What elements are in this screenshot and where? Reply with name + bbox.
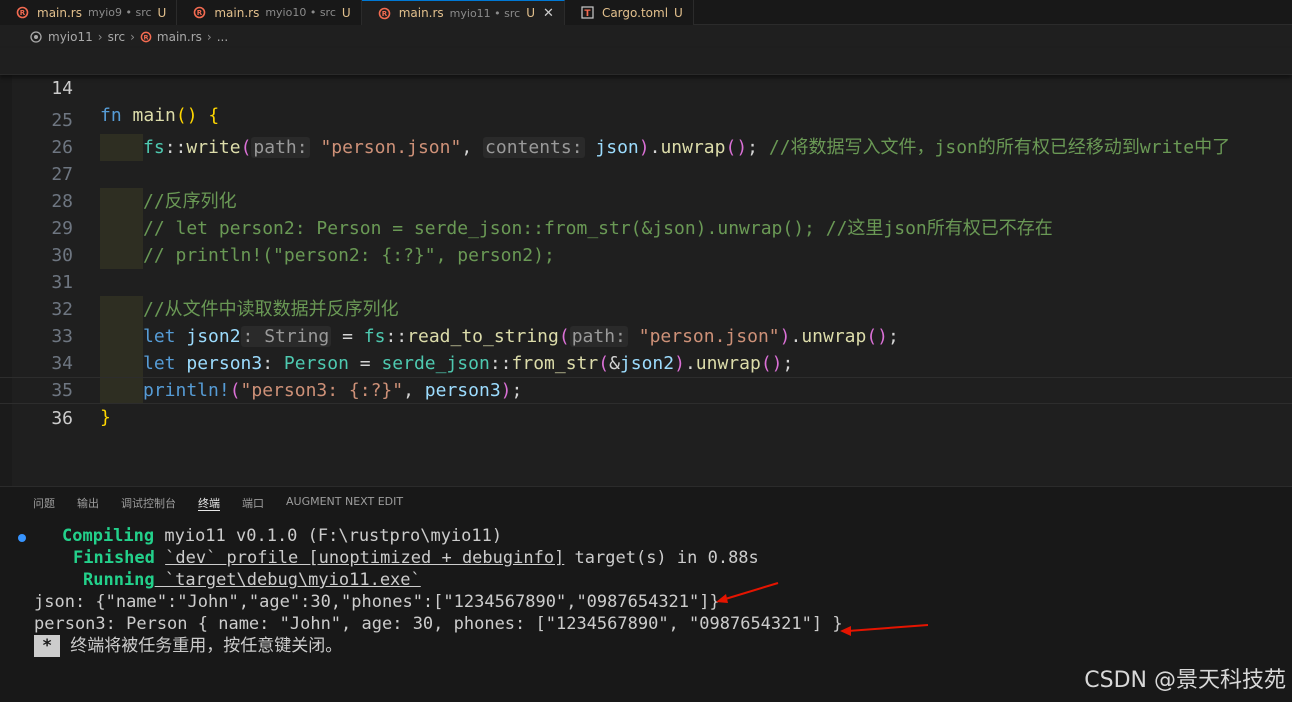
- tab-description: myio10 • src: [265, 6, 336, 19]
- folder-target-icon: [30, 31, 42, 43]
- sticky-scroll-line[interactable]: 14 fn main() {: [0, 48, 1292, 126]
- tab-cargo-toml[interactable]: T Cargo.toml U: [564, 0, 694, 25]
- code-line-30[interactable]: 30: [0, 215, 1292, 266]
- rust-file-icon: R: [16, 6, 29, 19]
- tab-augment-next-edit[interactable]: AUGMENT NEXT EDIT: [286, 495, 403, 511]
- terminal-line: json: {"name":"John","age":30,"phones":[…: [34, 592, 720, 612]
- tab-filename: Cargo.toml: [601, 5, 669, 20]
- code-line-29[interactable]: 29 // println!("person2: {:?}", person2)…: [0, 188, 1292, 269]
- terminal-line: * 终端将被任务重用，按任意键关闭。: [34, 635, 342, 657]
- terminal-line: person3: Person { name: "John", age: 30,…: [34, 614, 843, 634]
- code-line-26[interactable]: 26: [0, 107, 1292, 158]
- terminal-line: Running `target\debug\myio11.exe`: [83, 570, 421, 590]
- tab-status: U: [157, 5, 167, 20]
- code-line-32[interactable]: 32 let json2: String = fs::read_to_strin…: [0, 269, 1292, 350]
- chevron-right-icon: ›: [97, 30, 103, 44]
- terminal-line: Compiling myio11 v0.1.0 (F:\rustpro\myio…: [62, 526, 503, 546]
- close-icon[interactable]: ✕: [543, 6, 554, 21]
- tab-status: U: [526, 6, 536, 20]
- code-line-33[interactable]: 33 let person3: Person = serde_json::fro…: [0, 296, 1292, 377]
- svg-text:R: R: [143, 33, 148, 41]
- code-line-31[interactable]: 31 //从文件中读取数据并反序列化: [0, 242, 1292, 323]
- code-line-27[interactable]: 27 //反序列化: [0, 134, 1292, 215]
- tab-description: myio9 • src: [87, 6, 152, 19]
- code-line-28[interactable]: 28 // let person2: Person = serde_json::…: [0, 161, 1292, 242]
- rust-file-icon: R: [378, 7, 391, 20]
- breadcrumb-item-file[interactable]: main.rs: [157, 30, 202, 44]
- svg-text:R: R: [20, 9, 26, 17]
- breadcrumb-item-src[interactable]: src: [108, 30, 126, 44]
- tab-status: U: [341, 5, 351, 20]
- breadcrumb: myio11 › src › R main.rs › ...: [0, 25, 1292, 49]
- rust-file-icon: R: [140, 31, 152, 43]
- bottom-panel: 问题 输出 调试控制台 终端 端口 AUGMENT NEXT EDIT Comp…: [0, 486, 1292, 702]
- tab-debug-console[interactable]: 调试控制台: [121, 495, 176, 511]
- svg-text:T: T: [584, 9, 591, 19]
- tab-problems[interactable]: 问题: [33, 495, 55, 511]
- code-line-35[interactable]: 35 }: [0, 350, 1292, 428]
- command-decoration-icon[interactable]: [18, 534, 26, 542]
- editor-tab-bar: R main.rs myio9 • src U R main.rs myio10…: [0, 0, 1292, 25]
- panel-tabs: 问题 输出 调试控制台 终端 端口 AUGMENT NEXT EDIT: [33, 495, 425, 511]
- breadcrumb-item-symbol[interactable]: ...: [217, 30, 228, 44]
- tab-filename: main.rs: [214, 5, 260, 20]
- code-line: }: [100, 407, 111, 428]
- toml-file-icon: T: [581, 6, 594, 19]
- tab-ports[interactable]: 端口: [242, 495, 264, 511]
- tab-description: myio11 • src: [449, 6, 521, 20]
- code-line-36[interactable]: 36: [0, 377, 1292, 429]
- terminal-line: Finished `dev` profile [unoptimized + de…: [73, 548, 759, 568]
- red-arrow-icon: [840, 624, 929, 636]
- tab-filename: main.rs: [37, 5, 82, 20]
- chevron-right-icon: ›: [130, 30, 135, 44]
- line-number: 36: [51, 408, 73, 429]
- terminal-star-badge: *: [34, 635, 61, 657]
- tab-output[interactable]: 输出: [77, 495, 99, 511]
- tab-status: U: [674, 5, 683, 20]
- code-editor[interactable]: 14 fn main() { 25 fs::write(path: "perso…: [0, 48, 1292, 429]
- chevron-right-icon: ›: [206, 30, 212, 44]
- code-line-34[interactable]: 34 println!("person3: {:?}", person3);: [0, 323, 1292, 404]
- red-arrow-icon: [716, 582, 779, 603]
- tab-terminal[interactable]: 终端: [198, 495, 220, 511]
- tab-main-rs-myio10[interactable]: R main.rs myio10 • src U: [177, 0, 362, 25]
- tab-main-rs-myio9[interactable]: R main.rs myio9 • src U: [0, 0, 178, 25]
- code-line-25[interactable]: 25 fs::write(path: "person.json", conten…: [0, 80, 1292, 161]
- tab-main-rs-myio11[interactable]: R main.rs myio11 • src U ✕: [361, 0, 565, 25]
- breadcrumb-item-project[interactable]: myio11: [48, 30, 93, 44]
- tab-filename: main.rs: [398, 6, 444, 20]
- watermark-text: CSDN @景天科技苑: [1084, 668, 1286, 693]
- rust-file-icon: R: [193, 6, 206, 19]
- svg-text:R: R: [381, 10, 387, 18]
- svg-text:R: R: [197, 9, 203, 17]
